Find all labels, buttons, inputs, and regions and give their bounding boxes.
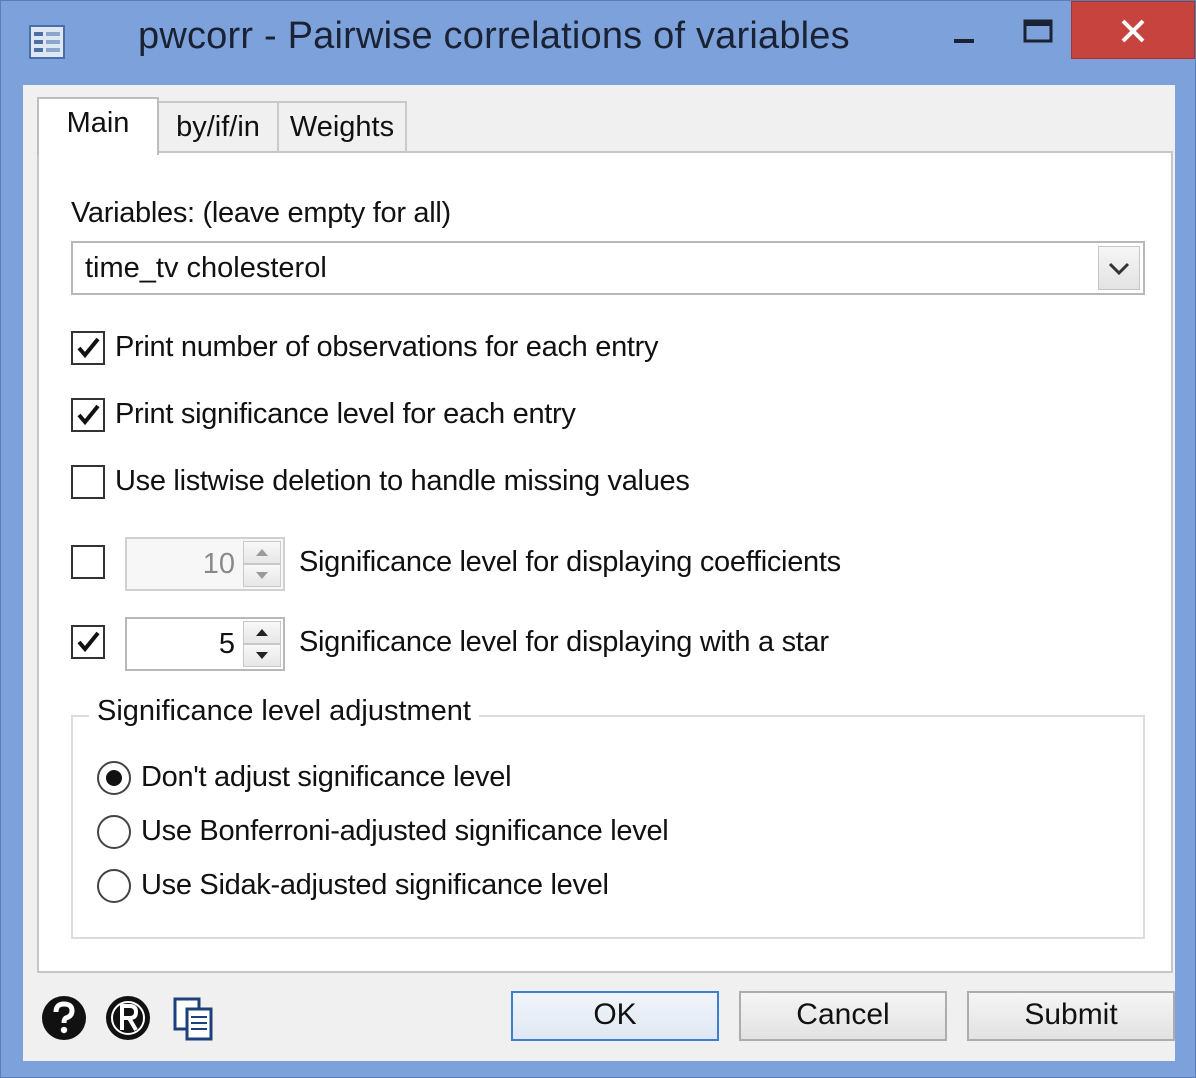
radio-bonferroni-label[interactable]: Use Bonferroni-adjusted significance lev… xyxy=(141,815,669,848)
submit-button[interactable]: Submit xyxy=(967,991,1175,1041)
sig-coefficients-spinner[interactable]: 10 xyxy=(125,537,285,591)
tab-by-if-in-label: by/if/in xyxy=(176,111,260,143)
copy-command-icon[interactable] xyxy=(169,993,219,1043)
help-icon[interactable] xyxy=(39,993,89,1043)
dialog-window: pwcorr - Pairwise correlations of variab… xyxy=(0,0,1196,1078)
print-obs-label[interactable]: Print number of observations for each en… xyxy=(115,331,659,364)
variables-label: Variables: (leave empty for all) xyxy=(71,197,451,229)
print-sig-checkbox[interactable] xyxy=(71,398,105,432)
cancel-button[interactable]: Cancel xyxy=(739,991,947,1041)
variables-combobox[interactable]: time_tv cholesterol xyxy=(71,241,1145,295)
spin-up-button[interactable] xyxy=(243,621,281,644)
checkmark-icon xyxy=(77,337,100,359)
tab-main[interactable]: Main xyxy=(37,97,159,155)
spin-up-button[interactable] xyxy=(243,541,281,564)
listwise-checkbox[interactable] xyxy=(71,465,105,499)
arrow-down-icon xyxy=(256,572,268,579)
variables-dropdown-button[interactable] xyxy=(1098,246,1140,290)
close-icon xyxy=(1121,19,1145,43)
radio-selected-dot xyxy=(106,770,122,786)
arrow-up-icon xyxy=(256,549,268,556)
arrow-up-icon xyxy=(256,629,268,636)
tab-weights[interactable]: Weights xyxy=(277,101,407,153)
dialog-app-icon[interactable] xyxy=(29,25,65,59)
dialog-client-area: Main by/if/in Weights Variables: (leave … xyxy=(23,85,1175,1061)
arrow-down-icon xyxy=(256,652,268,659)
title-bar[interactable]: pwcorr - Pairwise correlations of variab… xyxy=(1,1,1196,83)
adjustment-groupbox: Significance level adjustment Don't adju… xyxy=(71,695,1145,939)
sig-star-value[interactable]: 5 xyxy=(219,628,235,661)
maximize-button[interactable] xyxy=(1013,7,1063,57)
radio-no-adjust[interactable] xyxy=(97,761,131,795)
tab-by-if-in[interactable]: by/if/in xyxy=(157,101,279,153)
radio-bonferroni[interactable] xyxy=(97,815,131,849)
sig-coefficients-checkbox[interactable] xyxy=(71,545,105,579)
sig-coefficients-arrows[interactable] xyxy=(243,541,281,587)
checkmark-icon xyxy=(77,404,100,426)
checkmark-icon xyxy=(77,631,100,653)
sig-star-spinner[interactable]: 5 xyxy=(125,617,285,671)
adjustment-group-title: Significance level adjustment xyxy=(89,695,479,728)
radio-sidak-label[interactable]: Use Sidak-adjusted significance level xyxy=(141,869,609,902)
tab-panel-main: Variables: (leave empty for all) time_tv… xyxy=(37,151,1173,973)
tab-main-label: Main xyxy=(66,107,130,139)
window-title: pwcorr - Pairwise correlations of variab… xyxy=(138,15,850,57)
variables-value[interactable]: time_tv cholesterol xyxy=(85,252,327,285)
spin-down-button[interactable] xyxy=(243,644,281,667)
sig-coefficients-label: Significance level for displaying coeffi… xyxy=(299,546,841,578)
sig-star-arrows[interactable] xyxy=(243,621,281,667)
listwise-label[interactable]: Use listwise deletion to handle missing … xyxy=(115,465,690,498)
reset-icon[interactable] xyxy=(103,993,153,1043)
print-obs-checkbox[interactable] xyxy=(71,331,105,365)
radio-sidak[interactable] xyxy=(97,869,131,903)
sig-star-checkbox[interactable] xyxy=(71,625,105,659)
minimize-button[interactable] xyxy=(941,7,987,57)
sig-coefficients-value[interactable]: 10 xyxy=(203,548,235,581)
print-sig-label[interactable]: Print significance level for each entry xyxy=(115,398,576,431)
close-button[interactable] xyxy=(1071,1,1195,59)
ok-button[interactable]: OK xyxy=(511,991,719,1041)
chevron-down-icon xyxy=(1108,262,1130,276)
spin-down-button[interactable] xyxy=(243,564,281,587)
tab-weights-label: Weights xyxy=(289,111,395,143)
radio-no-adjust-label[interactable]: Don't adjust significance level xyxy=(141,761,512,794)
sig-star-label: Significance level for displaying with a… xyxy=(299,626,829,658)
